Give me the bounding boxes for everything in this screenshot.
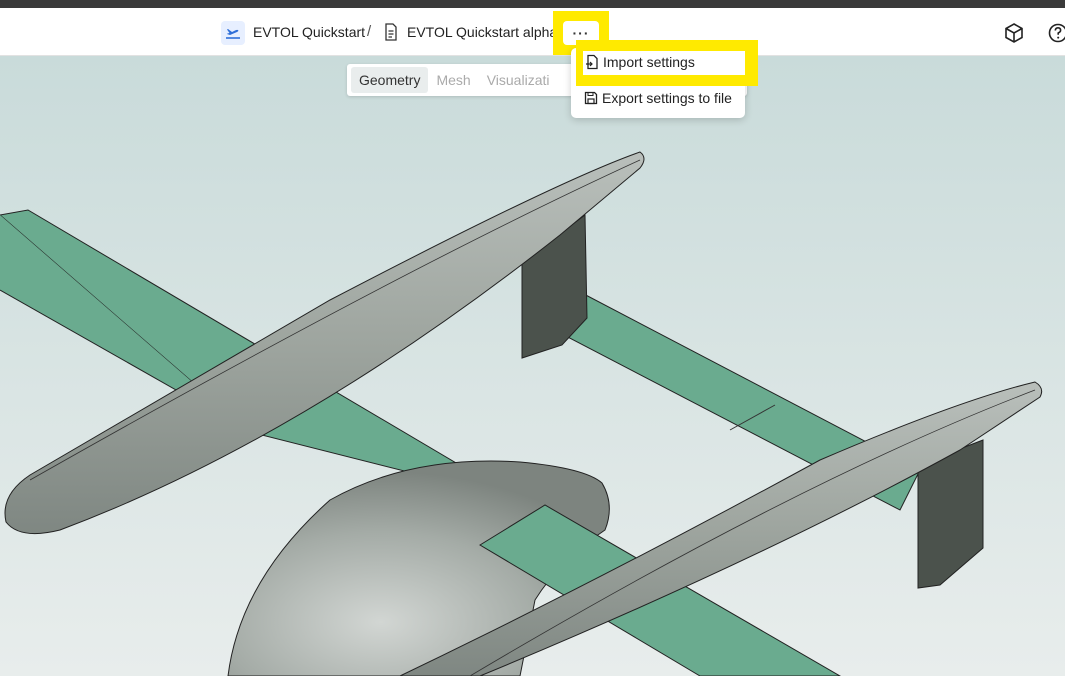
breadcrumb-separator: /: [367, 23, 372, 40]
import-settings-highlight: Import settings: [576, 40, 758, 86]
import-settings-row: Import settings: [585, 54, 695, 70]
plane-icon[interactable]: [221, 21, 245, 45]
3d-viewport[interactable]: [0, 56, 1065, 676]
breadcrumb-project[interactable]: EVTOL Quickstart: [253, 24, 365, 40]
file-import-icon: [586, 54, 598, 70]
document-icon: [385, 23, 397, 41]
tab-visualization[interactable]: Visualizati: [479, 67, 558, 93]
breadcrumb-document[interactable]: EVTOL Quickstart alpha: [407, 24, 557, 40]
save-icon: [584, 91, 598, 105]
cube-icon[interactable]: [1003, 22, 1025, 44]
tab-geometry[interactable]: Geometry: [351, 67, 429, 93]
window-top-bar: [0, 0, 1065, 8]
export-settings-label: Export settings to file: [602, 90, 732, 106]
import-settings-item[interactable]: Import settings: [583, 51, 745, 75]
evtol-model[interactable]: [0, 56, 1065, 676]
app-header: EVTOL Quickstart / EVTOL Quickstart alph…: [0, 8, 1065, 56]
export-settings-item[interactable]: Export settings to file: [584, 90, 732, 106]
import-settings-label: Import settings: [603, 54, 695, 70]
help-icon[interactable]: [1047, 22, 1065, 44]
tab-mesh[interactable]: Mesh: [428, 67, 478, 93]
